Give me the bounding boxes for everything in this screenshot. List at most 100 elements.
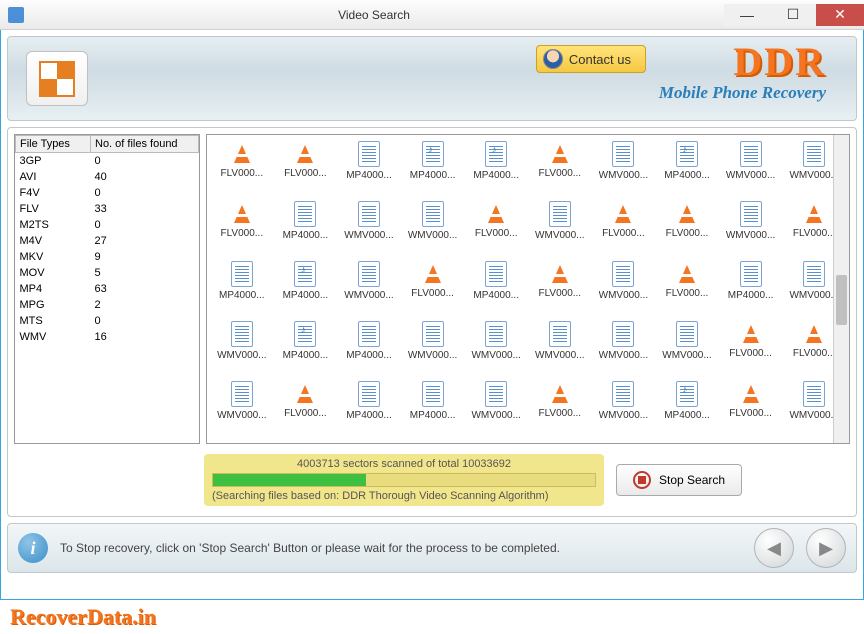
file-label: MP4000... — [473, 170, 519, 181]
file-item[interactable]: FLV000... — [211, 201, 273, 259]
file-item[interactable]: FLV000... — [720, 381, 782, 439]
file-item[interactable]: MP4000... — [656, 381, 718, 439]
contact-us-button[interactable]: Contact us — [536, 45, 646, 73]
file-item[interactable]: WMV000... — [338, 261, 400, 319]
progress-area: 4003713 sectors scanned of total 1003369… — [14, 454, 850, 506]
file-item[interactable]: WMV000... — [465, 381, 527, 439]
file-label: WMV000... — [217, 350, 266, 361]
file-item[interactable]: MP4000... — [720, 261, 782, 319]
file-item[interactable]: WMV000... — [720, 201, 782, 259]
document-file-icon — [422, 201, 444, 227]
stop-icon — [633, 471, 651, 489]
file-item[interactable]: MP4000... — [338, 141, 400, 199]
col-files-found[interactable]: No. of files found — [91, 136, 199, 153]
table-row[interactable]: AVI40 — [16, 169, 199, 185]
table-row[interactable]: MPG2 — [16, 297, 199, 313]
file-item[interactable]: FLV000... — [275, 381, 337, 439]
close-button[interactable]: ✕ — [816, 4, 864, 26]
file-item[interactable]: WMV000... — [593, 321, 655, 379]
table-row[interactable]: M2TS0 — [16, 217, 199, 233]
file-item[interactable]: WMV000... — [529, 321, 591, 379]
col-file-types[interactable]: File Types — [16, 136, 91, 153]
file-item[interactable]: WMV000... — [465, 321, 527, 379]
file-item[interactable]: FLV000... — [275, 141, 337, 199]
brand-text: DDR — [659, 43, 826, 81]
table-row[interactable]: FLV33 — [16, 201, 199, 217]
file-item[interactable]: MP4000... — [656, 141, 718, 199]
media-file-icon — [676, 141, 698, 167]
table-row[interactable]: M4V27 — [16, 233, 199, 249]
file-item[interactable]: MP4000... — [465, 261, 527, 319]
file-item[interactable]: WMV000... — [593, 261, 655, 319]
file-item[interactable]: FLV000... — [529, 261, 591, 319]
app-icon — [8, 7, 24, 23]
vlc-cone-icon — [611, 201, 635, 225]
file-label: FLV000... — [411, 288, 454, 299]
file-item[interactable]: WMV000... — [529, 201, 591, 259]
file-item[interactable]: WMV000... — [211, 381, 273, 439]
table-row[interactable]: F4V0 — [16, 185, 199, 201]
stop-search-button[interactable]: Stop Search — [616, 464, 742, 496]
count-cell: 0 — [91, 313, 199, 329]
document-file-icon — [549, 201, 571, 227]
file-item[interactable]: MP4000... — [338, 381, 400, 439]
filetype-table[interactable]: File Types No. of files found 3GP0AVI40F… — [14, 134, 200, 444]
file-label: FLV000... — [793, 348, 836, 359]
file-item[interactable]: MP4000... — [275, 201, 337, 259]
file-item[interactable]: MP4000... — [211, 261, 273, 319]
file-item[interactable]: WMV000... — [402, 321, 464, 379]
file-label: WMV000... — [471, 350, 520, 361]
file-item[interactable]: FLV000... — [402, 261, 464, 319]
file-item[interactable]: MP4000... — [275, 261, 337, 319]
table-row[interactable]: MTS0 — [16, 313, 199, 329]
table-row[interactable]: MKV9 — [16, 249, 199, 265]
file-item[interactable]: WMV000... — [656, 321, 718, 379]
file-item[interactable]: MP4000... — [338, 321, 400, 379]
filetype-cell: F4V — [16, 185, 91, 201]
file-item[interactable]: FLV000... — [465, 201, 527, 259]
file-label: MP4000... — [219, 290, 265, 301]
stop-search-label: Stop Search — [659, 473, 725, 487]
file-item[interactable]: FLV000... — [720, 321, 782, 379]
file-item[interactable]: WMV000... — [593, 141, 655, 199]
file-item[interactable]: MP4000... — [402, 141, 464, 199]
file-item[interactable]: FLV000... — [656, 261, 718, 319]
file-label: WMV000... — [535, 350, 584, 361]
file-item[interactable]: FLV000... — [529, 141, 591, 199]
scrollbar[interactable] — [833, 135, 849, 443]
file-label: FLV000... — [666, 288, 709, 299]
next-button[interactable]: ▶ — [806, 528, 846, 568]
count-cell: 5 — [91, 265, 199, 281]
file-item[interactable]: WMV000... — [720, 141, 782, 199]
file-label: MP4000... — [473, 290, 519, 301]
file-grid[interactable]: FLV000...FLV000...MP4000...MP4000...MP40… — [206, 134, 850, 444]
file-item[interactable]: WMV000... — [338, 201, 400, 259]
file-label: FLV000... — [729, 408, 772, 419]
document-file-icon — [803, 261, 825, 287]
file-item[interactable]: WMV000... — [211, 321, 273, 379]
prev-button[interactable]: ◀ — [754, 528, 794, 568]
count-cell: 0 — [91, 217, 199, 233]
footer-text: To Stop recovery, click on 'Stop Search'… — [60, 541, 742, 555]
table-row[interactable]: 3GP0 — [16, 153, 199, 170]
minimize-button[interactable]: — — [724, 4, 770, 26]
table-row[interactable]: MP463 — [16, 281, 199, 297]
table-row[interactable]: WMV16 — [16, 329, 199, 345]
file-item[interactable]: FLV000... — [656, 201, 718, 259]
table-row[interactable]: MOV5 — [16, 265, 199, 281]
file-item[interactable]: MP4000... — [402, 381, 464, 439]
file-label: WMV000... — [535, 230, 584, 241]
filetype-cell: MP4 — [16, 281, 91, 297]
file-item[interactable]: FLV000... — [211, 141, 273, 199]
file-item[interactable]: WMV000... — [593, 381, 655, 439]
file-item[interactable]: FLV000... — [593, 201, 655, 259]
file-item[interactable]: MP4000... — [275, 321, 337, 379]
file-item[interactable]: MP4000... — [465, 141, 527, 199]
file-item[interactable]: FLV000... — [529, 381, 591, 439]
media-file-icon — [485, 141, 507, 167]
maximize-button[interactable]: ☐ — [770, 4, 816, 26]
file-label: MP4000... — [283, 230, 329, 241]
scrollbar-thumb[interactable] — [836, 275, 847, 325]
file-item[interactable]: WMV000... — [402, 201, 464, 259]
file-label: MP4000... — [410, 170, 456, 181]
